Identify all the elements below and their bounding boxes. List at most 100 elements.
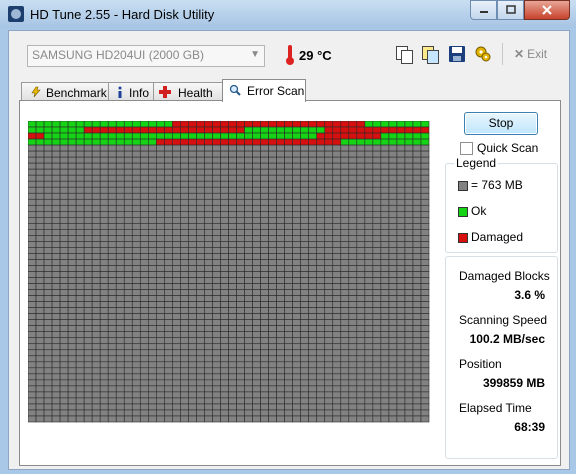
- scan-block-unscanned: [115, 367, 125, 375]
- scan-block-unscanned: [380, 295, 390, 302]
- scan-block-damaged: [123, 126, 133, 134]
- drive-select[interactable]: SAMSUNG HD204UI (2000 GB) ▼: [27, 45, 265, 67]
- scan-block-unscanned: [196, 217, 205, 224]
- scan-block-ok: [107, 138, 117, 146]
- scan-block-unscanned: [260, 295, 269, 302]
- scan-block-unscanned: [300, 319, 309, 326]
- scan-block-unscanned: [67, 313, 77, 320]
- scan-block-unscanned: [188, 373, 197, 381]
- scan-block-unscanned: [35, 253, 45, 260]
- scan-block-unscanned: [156, 150, 165, 158]
- scan-block-unscanned: [148, 361, 157, 369]
- checkbox-box[interactable]: [460, 142, 473, 156]
- stop-button[interactable]: Stop: [464, 112, 538, 135]
- scan-block-unscanned: [364, 229, 374, 236]
- scan-block-unscanned: [51, 204, 61, 212]
- scan-block-ok: [148, 120, 157, 128]
- exit-button[interactable]: ✕ Exit: [514, 47, 547, 61]
- scan-block-unscanned: [148, 409, 157, 417]
- scan-block-unscanned: [356, 313, 366, 320]
- scan-block-unscanned: [420, 241, 430, 248]
- scan-block-unscanned: [388, 415, 398, 423]
- scan-block-unscanned: [284, 180, 293, 188]
- scan-block-damaged: [236, 120, 245, 128]
- scan-block-unscanned: [75, 235, 85, 242]
- scan-block-unscanned: [332, 283, 342, 290]
- scan-block-damaged: [196, 138, 205, 146]
- scan-block-unscanned: [236, 223, 245, 230]
- scan-block-unscanned: [43, 144, 53, 152]
- scan-block-unscanned: [420, 355, 430, 363]
- scan-block-unscanned: [284, 217, 293, 224]
- scan-block-ok: [43, 126, 53, 134]
- scan-block-unscanned: [292, 379, 301, 387]
- scan-block-unscanned: [316, 229, 326, 236]
- scan-block-unscanned: [380, 186, 390, 194]
- scan-block-unscanned: [51, 373, 61, 381]
- tab-health[interactable]: Health: [153, 82, 223, 101]
- scan-block-unscanned: [364, 295, 374, 302]
- scan-block-unscanned: [276, 174, 285, 182]
- scan-block-unscanned: [380, 198, 390, 206]
- scan-block-unscanned: [107, 192, 117, 200]
- scan-block-unscanned: [268, 168, 277, 176]
- scan-block-ok: [115, 132, 125, 140]
- scan-block-unscanned: [404, 289, 414, 296]
- scan-block-unscanned: [364, 391, 374, 399]
- scan-block-unscanned: [43, 162, 53, 170]
- minimize-icon: [479, 11, 488, 13]
- scan-block-unscanned: [244, 391, 253, 399]
- scan-block-unscanned: [316, 355, 326, 363]
- minimize-button[interactable]: [470, 0, 497, 20]
- scan-block-unscanned: [388, 355, 398, 363]
- scan-block-unscanned: [91, 391, 101, 399]
- scan-block-unscanned: [91, 229, 101, 236]
- scan-block-unscanned: [324, 235, 334, 242]
- save-icon[interactable]: [448, 45, 466, 63]
- options-icon[interactable]: [474, 45, 492, 63]
- scan-block-unscanned: [412, 198, 422, 206]
- scan-block-unscanned: [67, 403, 77, 411]
- scan-block-unscanned: [123, 343, 133, 351]
- close-button[interactable]: [524, 0, 570, 20]
- scan-block-unscanned: [204, 235, 213, 242]
- scan-block-ok: [59, 138, 69, 146]
- elapsed-time-value: 68:39: [514, 420, 545, 434]
- scan-block-unscanned: [196, 289, 205, 296]
- scan-block-unscanned: [35, 271, 45, 278]
- scan-block-unscanned: [91, 259, 101, 266]
- scan-block-unscanned: [172, 307, 181, 314]
- tab-info[interactable]: Info: [108, 82, 154, 101]
- scan-block-unscanned: [300, 192, 309, 200]
- scan-block-unscanned: [364, 174, 374, 182]
- scan-block-ok: [43, 138, 53, 146]
- scan-block-unscanned: [292, 325, 301, 332]
- scan-block-unscanned: [131, 319, 141, 326]
- scan-block-unscanned: [67, 192, 77, 200]
- scan-block-unscanned: [212, 223, 221, 230]
- scan-block-unscanned: [348, 253, 358, 260]
- scan-block-unscanned: [220, 192, 229, 200]
- copy-screenshot-icon[interactable]: [421, 45, 439, 64]
- scan-block-unscanned: [180, 415, 189, 423]
- scan-block-unscanned: [316, 325, 326, 332]
- scan-block-unscanned: [156, 235, 165, 242]
- quick-scan-checkbox[interactable]: Quick Scan: [460, 141, 538, 156]
- tab-benchmark[interactable]: Benchmark: [21, 82, 109, 101]
- scan-block-unscanned: [43, 409, 53, 417]
- maximize-button[interactable]: [497, 0, 524, 20]
- scan-block-unscanned: [139, 337, 149, 345]
- scan-block-unscanned: [372, 223, 382, 230]
- scan-block-unscanned: [300, 217, 309, 224]
- tab-error-scan[interactable]: Error Scan: [222, 79, 306, 102]
- scan-block-unscanned: [51, 211, 61, 218]
- scan-block-unscanned: [164, 150, 173, 158]
- title-bar[interactable]: HD Tune 2.55 - Hard Disk Utility: [0, 0, 576, 28]
- scan-block-unscanned: [156, 229, 165, 236]
- scan-block-unscanned: [107, 295, 117, 302]
- scan-block-unscanned: [35, 409, 45, 417]
- scan-block-unscanned: [356, 192, 366, 200]
- scan-block-unscanned: [123, 295, 133, 302]
- copy-info-icon[interactable]: [395, 45, 413, 64]
- scan-block-unscanned: [180, 403, 189, 411]
